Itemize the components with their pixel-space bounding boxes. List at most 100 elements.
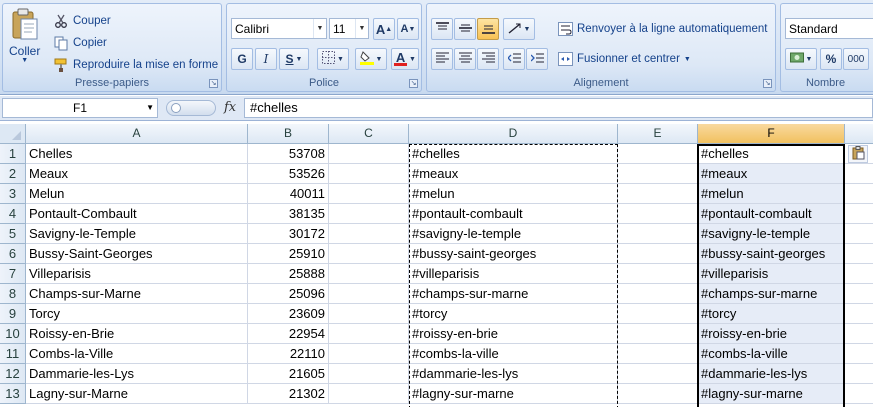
column-header-a[interactable]: A [26, 124, 248, 144]
cell-g7[interactable] [845, 264, 873, 284]
cell-e6[interactable] [618, 244, 698, 264]
fill-color-button[interactable]: ▼ [355, 48, 387, 70]
cell-c8[interactable] [329, 284, 409, 304]
cell-f1[interactable]: #chelles [698, 144, 845, 164]
cell-d5[interactable]: #savigny-le-temple [409, 224, 618, 244]
copy-button[interactable]: Copier [53, 35, 107, 51]
cell-g5[interactable] [845, 224, 873, 244]
cell-b6[interactable]: 25910 [248, 244, 329, 264]
cell-e12[interactable] [618, 364, 698, 384]
cell-c9[interactable] [329, 304, 409, 324]
row-header[interactable]: 9 [0, 304, 26, 324]
cell-a2[interactable]: Meaux [26, 164, 248, 184]
cell-g11[interactable] [845, 344, 873, 364]
cell-e13[interactable] [618, 384, 698, 404]
cell-e7[interactable] [618, 264, 698, 284]
cell-a7[interactable]: Villeparisis [26, 264, 248, 284]
align-right-button[interactable] [477, 48, 499, 70]
column-header-f[interactable]: F [698, 124, 845, 144]
cell-c13[interactable] [329, 384, 409, 404]
cell-d6[interactable]: #bussy-saint-georges [409, 244, 618, 264]
bold-button[interactable]: G [231, 48, 253, 70]
cell-d10[interactable]: #roissy-en-brie [409, 324, 618, 344]
cell-a10[interactable]: Roissy-en-Brie [26, 324, 248, 344]
cell-e10[interactable] [618, 324, 698, 344]
italic-button[interactable]: I [255, 48, 277, 70]
cell-d8[interactable]: #champs-sur-marne [409, 284, 618, 304]
cell-g2[interactable] [845, 164, 873, 184]
format-painter-button[interactable]: Reproduire la mise en forme [53, 57, 218, 73]
cell-d7[interactable]: #villeparisis [409, 264, 618, 284]
cell-c11[interactable] [329, 344, 409, 364]
borders-button[interactable]: ▼ [317, 48, 349, 70]
cell-f12[interactable]: #dammarie-les-lys [698, 364, 845, 384]
column-header-c[interactable]: C [329, 124, 409, 144]
cell-e2[interactable] [618, 164, 698, 184]
cell-d3[interactable]: #melun [409, 184, 618, 204]
column-header-e[interactable]: E [618, 124, 698, 144]
align-center-button[interactable] [454, 48, 476, 70]
cell-a9[interactable]: Torcy [26, 304, 248, 324]
cell-e3[interactable] [618, 184, 698, 204]
cell-c6[interactable] [329, 244, 409, 264]
row-header[interactable]: 8 [0, 284, 26, 304]
cell-d9[interactable]: #torcy [409, 304, 618, 324]
row-header[interactable]: 3 [0, 184, 26, 204]
cell-b9[interactable]: 23609 [248, 304, 329, 324]
cell-a4[interactable]: Pontault-Combault [26, 204, 248, 224]
cell-g6[interactable] [845, 244, 873, 264]
shrink-font-button[interactable]: A ▼ [397, 18, 419, 40]
paste-options-button[interactable] [848, 145, 868, 163]
row-header[interactable]: 5 [0, 224, 26, 244]
cell-f11[interactable]: #combs-la-ville [698, 344, 845, 364]
cell-f13[interactable]: #lagny-sur-marne [698, 384, 845, 404]
cell-a13[interactable]: Lagny-sur-Marne [26, 384, 248, 404]
cell-b3[interactable]: 40011 [248, 184, 329, 204]
column-header-b[interactable]: B [248, 124, 329, 144]
cell-f2[interactable]: #meaux [698, 164, 845, 184]
cell-c5[interactable] [329, 224, 409, 244]
cut-button[interactable]: Couper [53, 13, 111, 29]
cell-f7[interactable]: #villeparisis [698, 264, 845, 284]
cell-c2[interactable] [329, 164, 409, 184]
cell-g9[interactable] [845, 304, 873, 324]
font-size-select[interactable]: 11 ▼ [329, 18, 369, 39]
row-header[interactable]: 11 [0, 344, 26, 364]
cell-a8[interactable]: Champs-sur-Marne [26, 284, 248, 304]
cell-d4[interactable]: #pontault-combault [409, 204, 618, 224]
percent-style-button[interactable]: % [820, 48, 842, 70]
cell-e1[interactable] [618, 144, 698, 164]
column-header-d[interactable]: D [409, 124, 618, 144]
cell-g4[interactable] [845, 204, 873, 224]
row-header[interactable]: 1 [0, 144, 26, 164]
row-header[interactable]: 12 [0, 364, 26, 384]
merge-center-button[interactable]: Fusionner et centrer ▼ [557, 51, 691, 67]
cell-c3[interactable] [329, 184, 409, 204]
cell-f6[interactable]: #bussy-saint-georges [698, 244, 845, 264]
grow-font-button[interactable]: A ▲ [373, 18, 395, 40]
cell-d13[interactable]: #lagny-sur-marne [409, 384, 618, 404]
cell-f4[interactable]: #pontault-combault [698, 204, 845, 224]
row-header[interactable]: 10 [0, 324, 26, 344]
cell-d12[interactable]: #dammarie-les-lys [409, 364, 618, 384]
cell-b4[interactable]: 38135 [248, 204, 329, 224]
cell-c7[interactable] [329, 264, 409, 284]
cell-e5[interactable] [618, 224, 698, 244]
cell-e11[interactable] [618, 344, 698, 364]
decrease-indent-button[interactable] [503, 48, 525, 70]
cell-b5[interactable]: 30172 [248, 224, 329, 244]
cell-c1[interactable] [329, 144, 409, 164]
cell-b1[interactable]: 53708 [248, 144, 329, 164]
select-all-corner[interactable] [0, 124, 26, 144]
cell-d2[interactable]: #meaux [409, 164, 618, 184]
cell-e4[interactable] [618, 204, 698, 224]
align-left-button[interactable] [431, 48, 453, 70]
cell-d11[interactable]: #combs-la-ville [409, 344, 618, 364]
orientation-button[interactable]: ▼ [503, 18, 535, 40]
row-header[interactable]: 7 [0, 264, 26, 284]
cell-g3[interactable] [845, 184, 873, 204]
cell-g10[interactable] [845, 324, 873, 344]
align-bottom-button[interactable] [477, 18, 499, 40]
currency-format-button[interactable]: ▼ [785, 48, 817, 70]
cell-f3[interactable]: #melun [698, 184, 845, 204]
